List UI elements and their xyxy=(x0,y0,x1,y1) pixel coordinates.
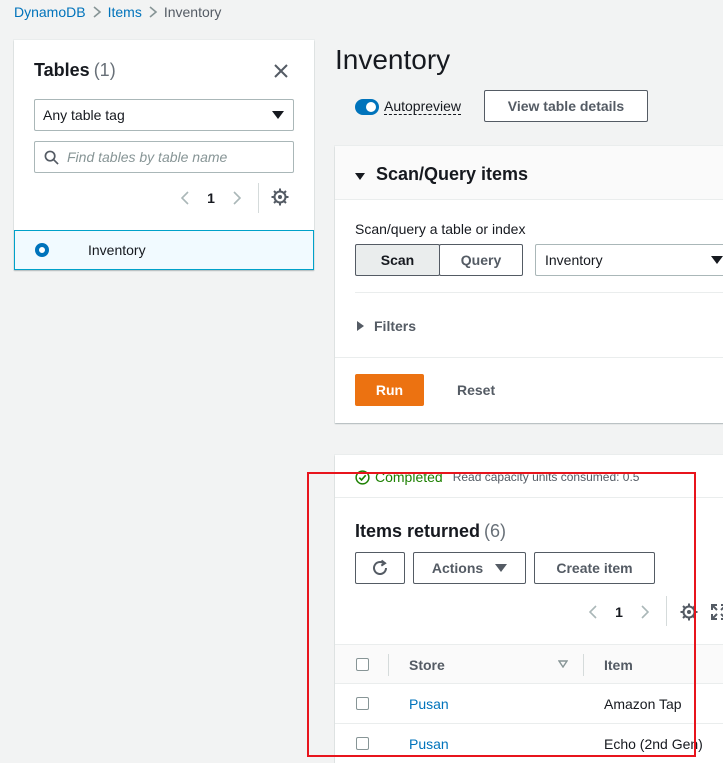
close-icon xyxy=(274,64,288,78)
actions-dropdown-button[interactable]: Actions xyxy=(413,552,526,584)
toggle-switch[interactable] xyxy=(355,98,379,115)
sort-down-icon[interactable] xyxy=(558,660,568,668)
item-cell: Amazon Tap xyxy=(604,696,682,712)
scan-query-label: Scan/query a table or index xyxy=(355,221,526,237)
divider xyxy=(335,497,723,498)
expand-icon[interactable] xyxy=(710,603,723,621)
breadcrumb-dynamodb-link[interactable]: DynamoDB xyxy=(14,4,86,20)
chevron-right-icon xyxy=(641,605,649,619)
tables-pagination: 1 xyxy=(174,186,248,210)
select-all-checkbox[interactable] xyxy=(356,658,369,671)
page-title: Inventory xyxy=(335,44,451,75)
chevron-left-icon xyxy=(589,605,597,619)
breadcrumb-current: Inventory xyxy=(163,4,222,20)
breadcrumb-items-link[interactable]: Items xyxy=(108,4,142,20)
column-divider xyxy=(583,654,584,676)
dynamodb-items-page: DynamoDB Items Inventory Tables (1) Any t… xyxy=(0,0,723,763)
status-indicator: Completed Read capacity units consumed: … xyxy=(355,469,639,485)
close-panel-button[interactable] xyxy=(270,60,292,82)
find-tables-field[interactable] xyxy=(34,141,294,173)
caret-down-icon xyxy=(495,564,508,572)
pagination-divider xyxy=(666,596,667,626)
caret-down-icon xyxy=(272,111,284,119)
divider xyxy=(335,357,723,358)
previous-page-button[interactable] xyxy=(174,187,196,209)
items-pagination: 1 xyxy=(582,600,656,624)
status-text: Completed xyxy=(375,469,443,485)
row-checkbox[interactable] xyxy=(356,737,369,750)
reset-button[interactable]: Reset xyxy=(457,382,495,398)
tables-panel: Tables(1) Any table tag 1 xyxy=(14,40,314,270)
items-count: (6) xyxy=(484,521,507,541)
items-returned-panel: Completed Read capacity units consumed: … xyxy=(335,455,723,763)
store-link[interactable]: Pusan xyxy=(409,736,449,752)
column-header-store[interactable]: Store xyxy=(409,657,445,673)
table-row: Pusan Amazon Tap xyxy=(335,684,723,724)
selected-radio[interactable] xyxy=(35,243,49,257)
items-returned-title: Items returned (6) xyxy=(355,521,506,542)
table-index-select[interactable]: Inventory xyxy=(535,244,723,276)
chevron-right-icon xyxy=(86,6,108,18)
gear-icon[interactable] xyxy=(679,602,699,622)
table-header-row: Store Item xyxy=(335,644,723,684)
read-capacity-text: Read capacity units consumed: 0.5 xyxy=(452,470,640,484)
find-tables-input[interactable] xyxy=(67,149,287,165)
column-header-item[interactable]: Item xyxy=(604,657,633,673)
column-divider xyxy=(388,654,389,676)
tables-panel-title: Tables (1) xyxy=(34,60,116,81)
table-tag-select-value: Any table tag xyxy=(43,107,125,123)
refresh-button[interactable] xyxy=(355,552,405,584)
filters-label: Filters xyxy=(374,318,417,334)
refresh-icon xyxy=(373,559,387,575)
breadcrumb: DynamoDB Items Inventory xyxy=(14,4,221,20)
next-page-button[interactable] xyxy=(634,601,656,623)
caret-down-icon xyxy=(355,173,365,180)
chevron-right-icon xyxy=(233,191,241,205)
table-list-item[interactable]: Inventory xyxy=(14,230,314,270)
autopreview-toggle[interactable]: Autopreview xyxy=(355,98,462,115)
scan-toggle-button[interactable]: Scan xyxy=(355,244,440,276)
previous-page-button[interactable] xyxy=(582,601,604,623)
table-index-value: Inventory xyxy=(545,252,603,268)
view-table-details-button[interactable]: View table details xyxy=(484,90,648,122)
pagination-divider xyxy=(258,183,259,213)
caret-down-icon xyxy=(711,256,723,264)
chevron-right-icon xyxy=(142,6,164,18)
search-icon xyxy=(44,150,59,165)
page-number[interactable]: 1 xyxy=(604,604,634,620)
next-page-button[interactable] xyxy=(226,187,248,209)
scan-query-panel: Scan/Query items Scan/query a table or i… xyxy=(335,146,723,423)
actions-label: Actions xyxy=(431,560,484,576)
filters-expander[interactable]: Filters xyxy=(357,318,416,334)
table-tag-select[interactable]: Any table tag xyxy=(34,99,294,131)
run-button[interactable]: Run xyxy=(355,374,424,406)
query-toggle-button[interactable]: Query xyxy=(439,244,523,276)
divider xyxy=(355,292,723,293)
chevron-left-icon xyxy=(181,191,189,205)
items-returned-text: Items returned xyxy=(355,521,481,541)
check-circle-icon xyxy=(355,469,370,485)
table-row: Pusan Echo (2nd Gen) xyxy=(335,724,723,763)
scan-query-title: Scan/Query items xyxy=(376,164,529,184)
items-table: Store Item Pusan Amazon Tap Pusan Echo (… xyxy=(335,644,723,763)
scan-query-header[interactable]: Scan/Query items xyxy=(335,146,723,200)
page-number[interactable]: 1 xyxy=(196,190,226,206)
row-checkbox[interactable] xyxy=(356,697,369,710)
caret-right-icon xyxy=(357,321,364,331)
create-item-button[interactable]: Create item xyxy=(534,552,655,584)
tables-title-text: Tables xyxy=(34,60,90,80)
table-name: Inventory xyxy=(88,242,146,258)
store-link[interactable]: Pusan xyxy=(409,696,449,712)
tables-count: (1) xyxy=(93,60,116,80)
item-cell: Echo (2nd Gen) xyxy=(604,736,703,752)
autopreview-label: Autopreview xyxy=(384,98,462,115)
gear-icon[interactable] xyxy=(270,187,290,207)
